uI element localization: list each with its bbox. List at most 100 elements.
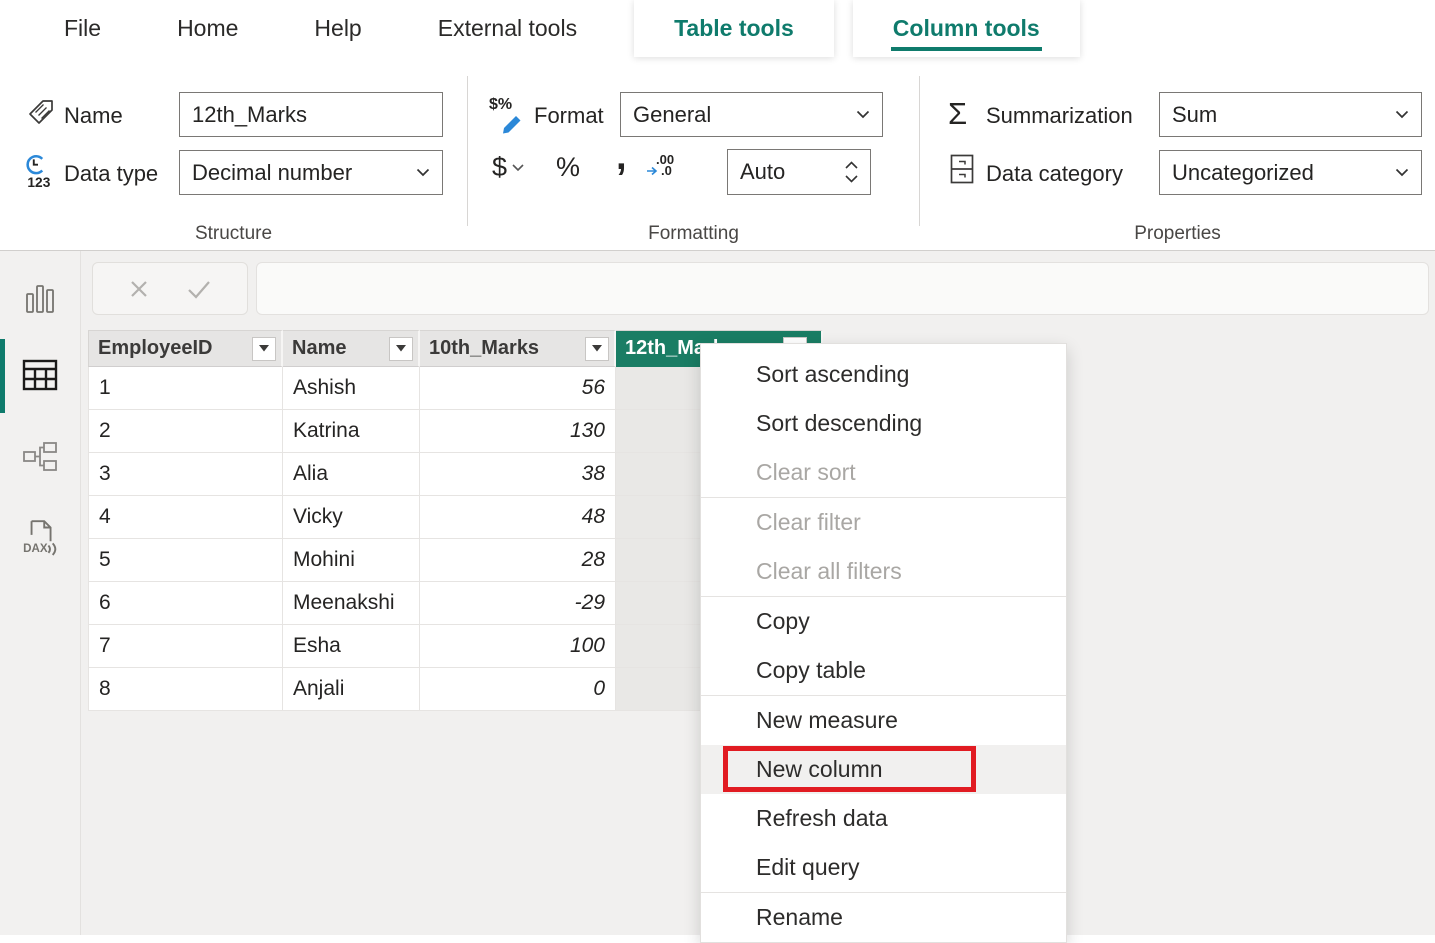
menu-item-label: Edit query xyxy=(756,854,860,881)
menu-item-sort-descending[interactable]: Sort descending xyxy=(701,399,1066,448)
ribbon: FileHomeHelpExternal tools Table tools Col… xyxy=(0,0,1435,251)
datatype-label: Data type xyxy=(64,161,158,187)
spinner-value: Auto xyxy=(740,159,785,185)
menu-item-label: Clear all filters xyxy=(756,558,902,585)
currency-format-button[interactable]: $ xyxy=(492,152,524,183)
cell-employeeid[interactable]: 4 xyxy=(88,496,283,539)
tab-help[interactable]: Help xyxy=(276,0,399,57)
tag-icon xyxy=(26,97,56,127)
decimal-places-button[interactable]: .00 .0 xyxy=(646,154,674,176)
format-icon: $% xyxy=(488,94,524,134)
column-header-10th-marks[interactable]: 10th_Marks xyxy=(420,330,616,367)
sidebar-item-model-view[interactable] xyxy=(0,429,80,485)
menu-item-new-measure[interactable]: New measure xyxy=(701,696,1066,745)
cell-name[interactable]: Meenakshi xyxy=(283,582,420,625)
name-label: Name xyxy=(64,103,123,129)
menu-item-copy-table[interactable]: Copy table xyxy=(701,646,1066,695)
cell-name[interactable]: Katrina xyxy=(283,410,420,453)
chevron-down-icon xyxy=(512,164,524,172)
column-name-input[interactable]: 12th_Marks xyxy=(179,92,443,137)
column-header-name[interactable]: Name xyxy=(283,330,420,367)
menu-item-label: New measure xyxy=(756,707,898,734)
cell-employeeid[interactable]: 5 xyxy=(88,539,283,582)
menu-item-edit-query[interactable]: Edit query xyxy=(701,843,1066,892)
chevron-down-icon xyxy=(856,110,870,119)
column-header-label: EmployeeID xyxy=(89,337,212,360)
arrow-right-icon xyxy=(646,166,660,176)
menu-item-sort-ascending[interactable]: Sort ascending xyxy=(701,350,1066,399)
model-view-icon xyxy=(22,441,58,473)
data-view-canvas: EmployeeIDName10th_Marks12th_Marks 1Ashi… xyxy=(80,251,1435,935)
sidebar-item-dax-query-view[interactable]: DAX xyxy=(0,509,80,565)
thousands-separator-button[interactable]: , xyxy=(616,156,627,176)
cell-10th-marks[interactable]: 28 xyxy=(420,539,616,582)
data-category-dropdown[interactable]: Uncategorized xyxy=(1159,150,1422,195)
cell-employeeid[interactable]: 6 xyxy=(88,582,283,625)
formatting-section-label: Formatting xyxy=(468,223,919,245)
cell-10th-marks[interactable]: 38 xyxy=(420,453,616,496)
cell-name[interactable]: Ashish xyxy=(283,367,420,410)
svg-text:123: 123 xyxy=(27,175,50,190)
cell-employeeid[interactable]: 2 xyxy=(88,410,283,453)
cell-employeeid[interactable]: 8 xyxy=(88,668,283,711)
column-header-label: Name xyxy=(283,337,346,360)
comma-icon: , xyxy=(616,147,627,167)
cell-employeeid[interactable]: 1 xyxy=(88,367,283,410)
chevron-down-icon xyxy=(1395,110,1409,119)
cell-name[interactable]: Vicky xyxy=(283,496,420,539)
summarization-dropdown[interactable]: Sum xyxy=(1159,92,1422,137)
menu-item-label: Clear filter xyxy=(756,509,861,536)
cell-10th-marks[interactable]: 100 xyxy=(420,625,616,668)
chevron-up-icon[interactable] xyxy=(845,161,858,169)
column-filter-dropdown-button[interactable] xyxy=(252,337,276,361)
ribbon-tabs: FileHomeHelpExternal tools Table tools Col… xyxy=(0,0,1435,57)
cell-name[interactable]: Mohini xyxy=(283,539,420,582)
column-filter-dropdown-button[interactable] xyxy=(585,337,609,361)
menu-item-refresh-data[interactable]: Refresh data xyxy=(701,794,1066,843)
format-dropdown[interactable]: General xyxy=(620,92,883,137)
menu-item-copy[interactable]: Copy xyxy=(701,597,1066,646)
data-category-label: Data category xyxy=(986,161,1123,187)
percent-format-button[interactable]: % xyxy=(556,152,580,183)
group-divider xyxy=(919,76,920,226)
cell-employeeid[interactable]: 7 xyxy=(88,625,283,668)
data-view-icon xyxy=(21,358,59,392)
menu-item-label: New column xyxy=(756,756,883,783)
format-label: Format xyxy=(534,103,604,129)
chevron-down-icon[interactable] xyxy=(845,175,858,183)
sidebar-item-report-view[interactable] xyxy=(0,271,80,327)
cell-name[interactable]: Esha xyxy=(283,625,420,668)
menu-item-clear-filter: Clear filter xyxy=(701,498,1066,547)
cell-10th-marks[interactable]: -29 xyxy=(420,582,616,625)
tab-external-tools[interactable]: External tools xyxy=(400,0,615,57)
cell-name[interactable]: Anjali xyxy=(283,668,420,711)
sidebar-item-data-view[interactable] xyxy=(0,347,80,403)
cell-name[interactable]: Alia xyxy=(283,453,420,496)
cell-10th-marks[interactable]: 56 xyxy=(420,367,616,410)
column-header-employeeid[interactable]: EmployeeID xyxy=(88,330,283,367)
tab-table-tools[interactable]: Table tools xyxy=(634,0,834,57)
cell-10th-marks[interactable]: 0 xyxy=(420,668,616,711)
formula-bar-input[interactable] xyxy=(256,262,1429,315)
checkmark-icon[interactable] xyxy=(186,278,212,300)
menu-item-new-column[interactable]: New column xyxy=(701,745,1066,794)
datatype-dropdown[interactable]: Decimal number xyxy=(179,150,443,195)
menu-item-label: Sort ascending xyxy=(756,361,909,388)
tab-column-tools[interactable]: Column tools xyxy=(853,0,1080,57)
group-divider xyxy=(467,76,468,226)
tab-file[interactable]: File xyxy=(26,0,139,57)
cell-employeeid[interactable]: 3 xyxy=(88,453,283,496)
cancel-icon[interactable] xyxy=(128,278,150,300)
svg-text:$%: $% xyxy=(489,96,512,113)
cell-10th-marks[interactable]: 48 xyxy=(420,496,616,539)
decimal-places-spinner[interactable]: Auto xyxy=(727,149,871,195)
properties-section-label: Properties xyxy=(920,223,1435,245)
tab-home[interactable]: Home xyxy=(139,0,276,57)
report-view-icon xyxy=(22,282,58,316)
percent-icon: % xyxy=(556,152,580,183)
column-filter-dropdown-button[interactable] xyxy=(389,337,413,361)
cell-10th-marks[interactable]: 130 xyxy=(420,410,616,453)
menu-item-label: Rename xyxy=(756,904,843,931)
dollar-icon: $ xyxy=(492,152,507,183)
menu-item-label: Sort descending xyxy=(756,410,922,437)
